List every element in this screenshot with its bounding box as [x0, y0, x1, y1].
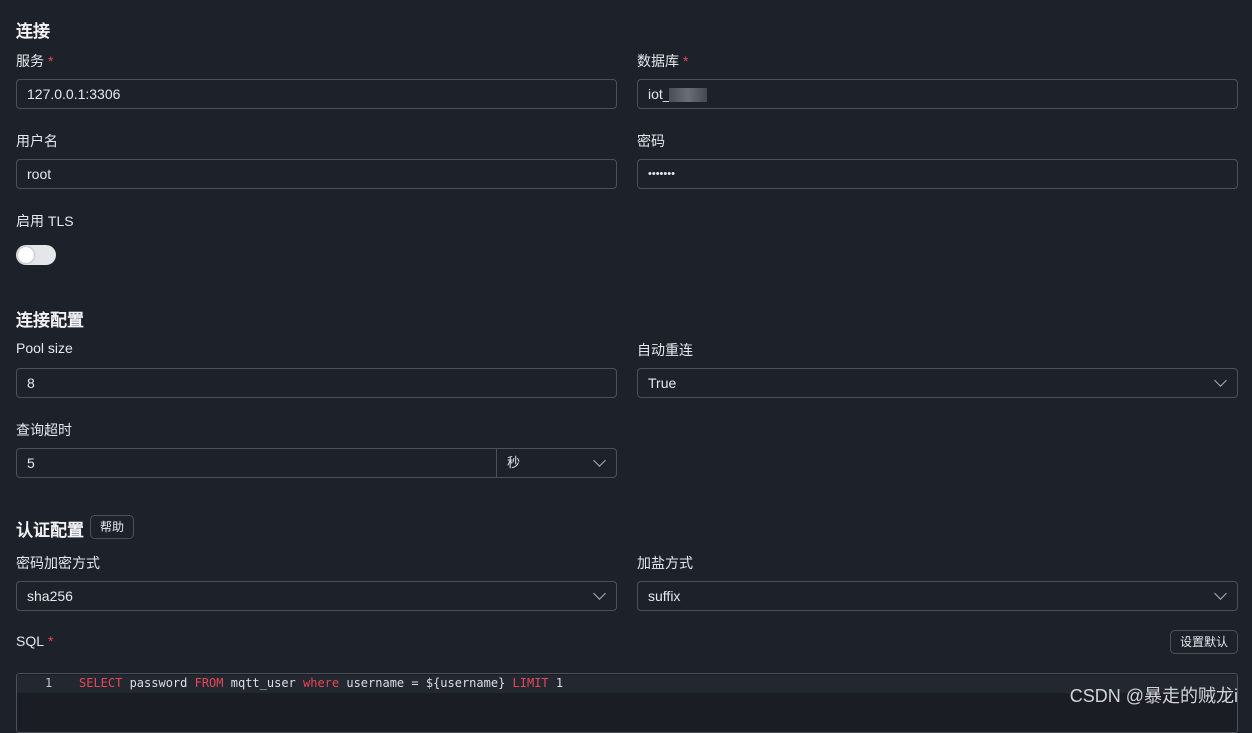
service-label-text: 服务 — [16, 53, 44, 69]
username-label: 用户名 — [16, 133, 58, 149]
sql-editor[interactable]: 1 SELECT password FROM mqtt_user where u… — [16, 673, 1238, 733]
connection-config-section-title: 连接配置 — [16, 311, 84, 330]
query-timeout-label: 查询超时 — [16, 422, 72, 438]
service-input[interactable]: 127.0.0.1:3306 — [16, 79, 617, 109]
sql-text: 1 — [548, 676, 564, 690]
connection-section-title: 连接 — [16, 22, 50, 41]
tls-label: 启用 TLS — [16, 213, 74, 229]
sql-label: SQL * — [16, 633, 53, 649]
salt-select[interactable]: suffix — [637, 581, 1238, 611]
sql-text: username = ${username} — [339, 676, 513, 690]
redacted-blur — [668, 88, 707, 103]
salt-label: 加盐方式 — [637, 555, 693, 571]
sql-keyword: FROM — [194, 676, 224, 690]
salt-value: suffix — [648, 588, 681, 604]
database-label: 数据库 * — [637, 51, 688, 71]
toggle-knob — [18, 247, 34, 263]
sql-text: mqtt_user — [223, 676, 303, 690]
line-number: 1 — [45, 676, 53, 690]
required-mark: * — [48, 53, 54, 69]
sql-keyword: where — [303, 676, 340, 690]
auto-reconnect-label: 自动重连 — [637, 342, 693, 358]
username-input[interactable]: root — [16, 159, 617, 189]
sql-text: password — [122, 676, 195, 690]
watermark: CSDN @暴走的贼龙i — [1069, 686, 1238, 706]
chevron-down-icon — [1214, 374, 1227, 387]
hash-select[interactable]: sha256 — [16, 581, 617, 611]
hash-value: sha256 — [27, 588, 73, 604]
required-mark: * — [48, 633, 54, 649]
chevron-down-icon — [1214, 587, 1227, 600]
auth-config-section-title: 认证配置 — [16, 521, 84, 540]
hash-label: 密码加密方式 — [16, 555, 100, 571]
required-mark: * — [683, 53, 689, 69]
database-label-text: 数据库 — [637, 53, 679, 69]
database-input[interactable]: iot_ — [637, 79, 1238, 109]
pool-size-label: Pool size — [16, 340, 73, 356]
database-value: iot_ — [648, 86, 671, 102]
query-timeout-unit-value: 秒 — [507, 455, 521, 470]
help-button[interactable]: 帮助 — [90, 515, 134, 539]
set-default-button[interactable]: 设置默认 — [1170, 630, 1238, 654]
chevron-down-icon — [593, 454, 606, 467]
auto-reconnect-select[interactable]: True — [637, 368, 1238, 398]
sql-keyword: SELECT — [79, 676, 123, 690]
chevron-down-icon — [593, 587, 606, 600]
sql-label-text: SQL — [16, 633, 45, 649]
password-input[interactable]: ••••••• — [637, 159, 1238, 189]
tls-toggle[interactable] — [16, 245, 56, 265]
query-timeout-unit-select[interactable]: 秒 — [496, 448, 617, 478]
sql-keyword: LIMIT — [512, 676, 549, 690]
service-label: 服务 * — [16, 51, 53, 71]
auto-reconnect-value: True — [648, 375, 677, 391]
sql-code: SELECT password FROM mqtt_user where use… — [79, 676, 563, 690]
pool-size-input[interactable]: 8 — [16, 368, 617, 398]
query-timeout-input[interactable]: 5 — [16, 448, 498, 478]
password-label: 密码 — [637, 133, 665, 149]
